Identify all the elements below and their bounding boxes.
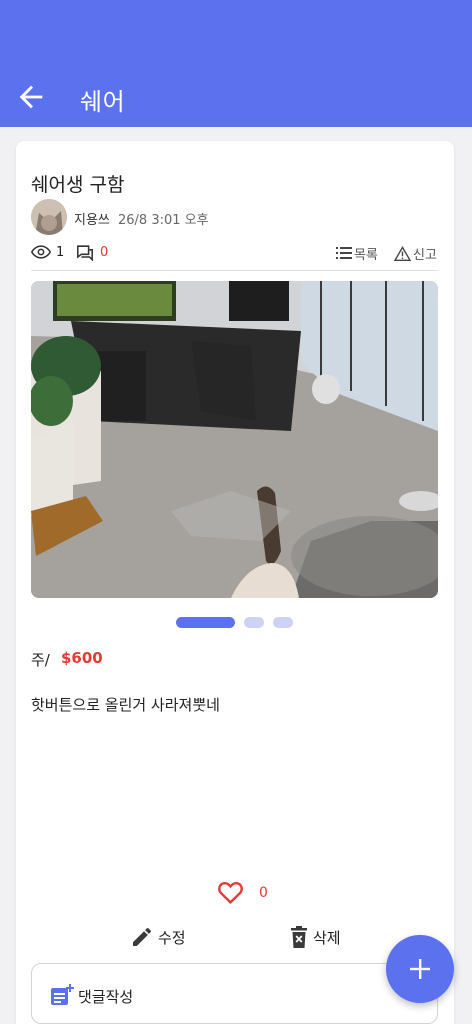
page-title: 쉐어 [80, 88, 126, 116]
delete-button[interactable]: 삭제 [289, 924, 341, 950]
comment-count: 0 [100, 245, 109, 260]
report-label: 신고 [413, 247, 437, 263]
edit-button[interactable]: 수정 [130, 924, 186, 950]
comment-icon [77, 245, 93, 261]
note-add-icon [51, 984, 74, 1005]
price-unit: 주/ [31, 651, 50, 669]
delete-label: 삭제 [313, 928, 341, 947]
post-date: 26/8 3:01 오후 [118, 213, 209, 228]
like-count: 0 [259, 885, 268, 901]
pencil-icon [133, 927, 152, 946]
carousel-indicator-3[interactable] [273, 617, 293, 628]
avatar[interactable] [31, 199, 67, 235]
carousel-indicator-1[interactable] [176, 617, 235, 628]
trash-icon [291, 926, 307, 948]
write-comment-label: 댓글작성 [78, 988, 134, 1006]
post-content: 핫버튼으로 올린거 사라져뿟네 [31, 696, 220, 714]
list-button[interactable]: 목록 [336, 243, 378, 263]
eye-icon [31, 245, 51, 259]
edit-label: 수정 [158, 928, 186, 947]
warning-icon [394, 245, 411, 261]
post-title: 쉐어생 구함 [31, 174, 125, 196]
carousel-indicator-2[interactable] [244, 617, 264, 628]
report-button[interactable]: 신고 [394, 243, 437, 263]
divider [31, 270, 438, 271]
plus-icon [410, 959, 430, 979]
price: $600 [61, 649, 103, 667]
post-image[interactable] [31, 281, 438, 598]
back-arrow-icon[interactable] [14, 80, 48, 114]
app-bar: 쉐어 [0, 0, 472, 127]
write-comment-button[interactable]: 댓글작성 [31, 963, 438, 1024]
list-icon [336, 247, 352, 259]
view-count: 1 [56, 245, 65, 260]
heart-icon[interactable] [217, 880, 244, 904]
add-fab-button[interactable] [386, 935, 454, 1003]
list-label: 목록 [354, 247, 378, 263]
author-name: 지용쓰 [74, 213, 110, 228]
